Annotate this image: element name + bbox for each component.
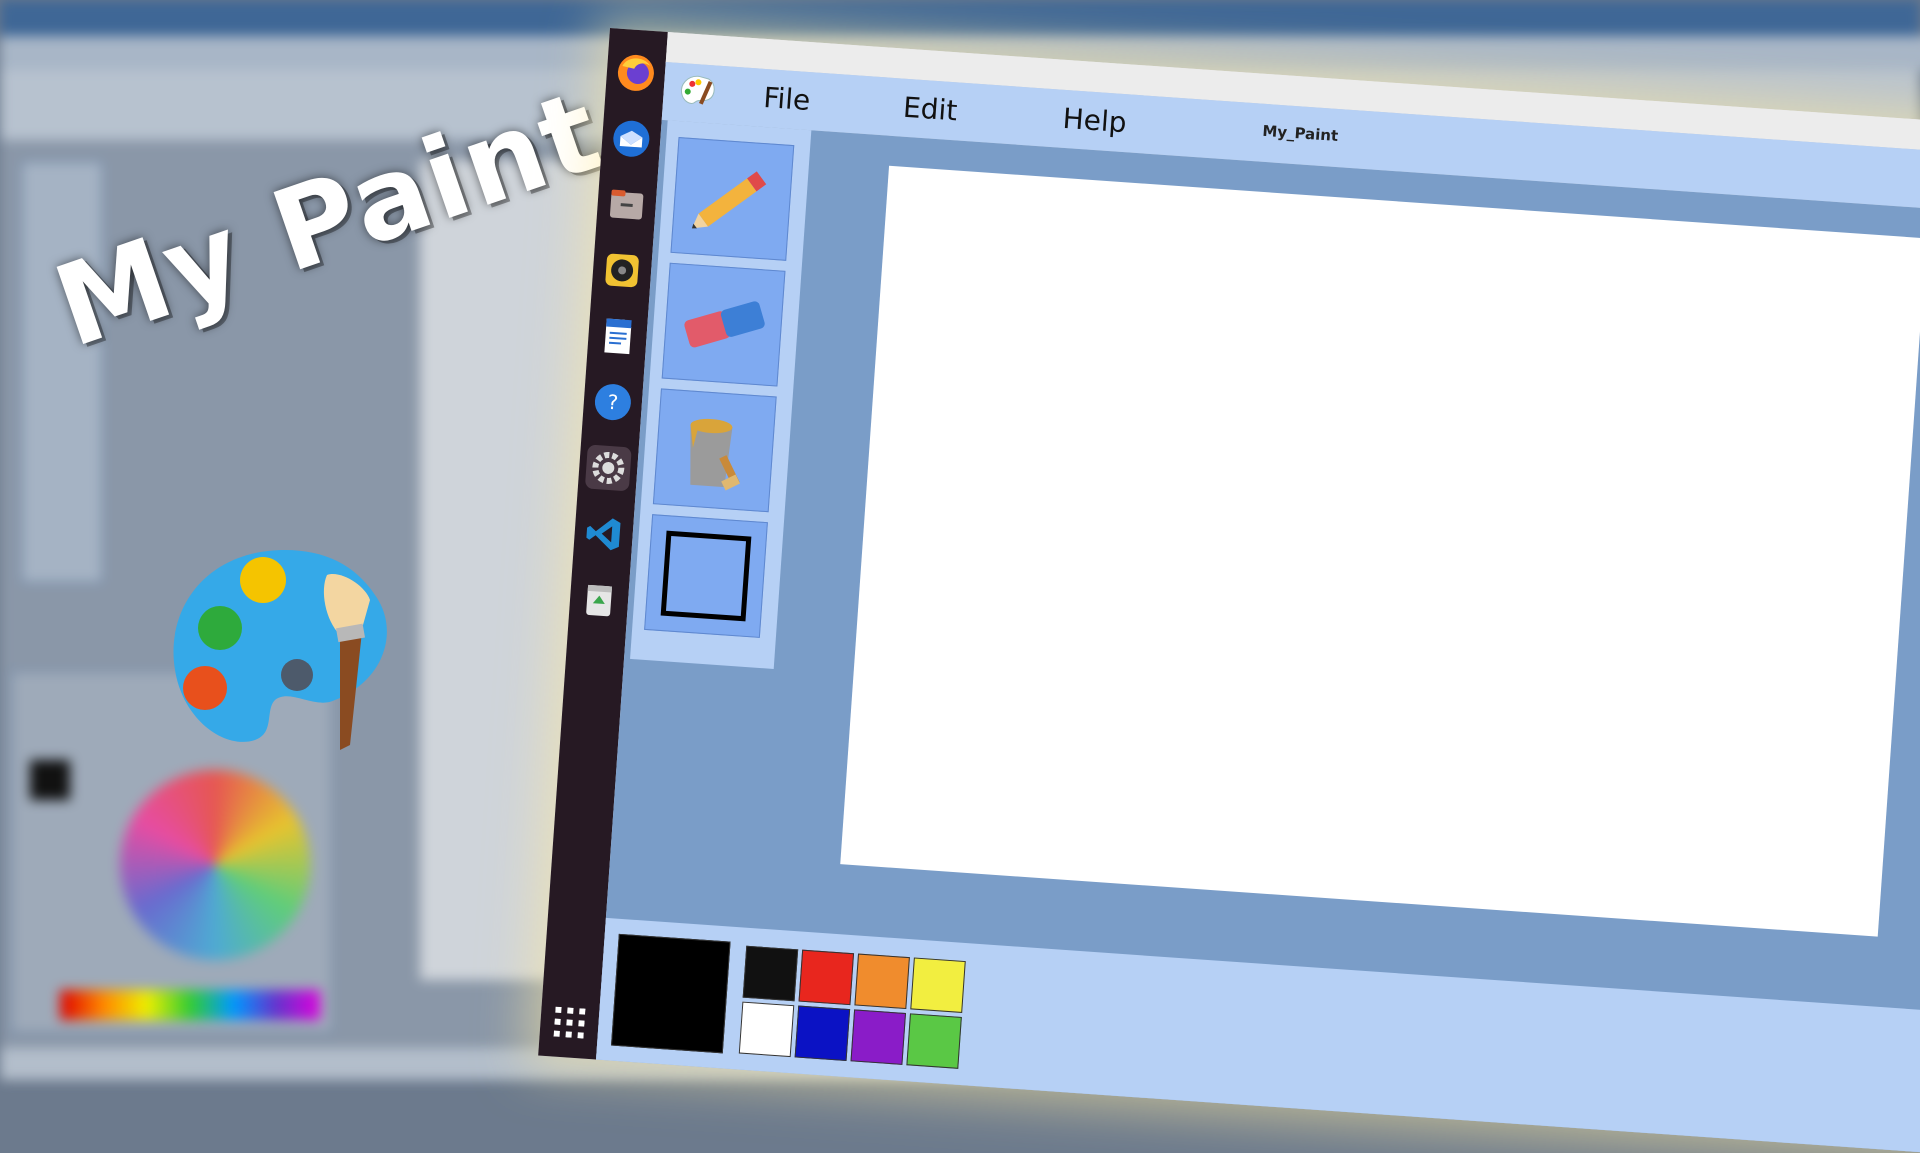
bg-primary-swatch (30, 760, 70, 800)
tool-panel (630, 120, 812, 669)
rectangle-icon (660, 530, 752, 622)
color-swatch-black[interactable] (742, 945, 799, 1002)
menu-help[interactable]: Help (1062, 102, 1128, 139)
color-swatch-purple[interactable] (850, 1009, 907, 1065)
bg-color-strip (60, 990, 320, 1020)
firefox-icon[interactable] (612, 49, 659, 96)
writer-icon[interactable] (594, 313, 641, 360)
color-swatch-white[interactable] (738, 1001, 795, 1058)
color-palette-bar (596, 917, 1920, 1153)
pencil-icon (691, 171, 767, 229)
bg-titlebar (0, 0, 1920, 36)
eraser-icon (684, 301, 765, 348)
app-window: ? File Edit Help My_Paint (538, 28, 1920, 1153)
trash-icon[interactable] (576, 576, 623, 623)
show-applications-icon[interactable] (553, 1006, 586, 1039)
color-swatch-yellow[interactable] (910, 957, 966, 1013)
rhythmbox-icon[interactable] (599, 247, 646, 294)
color-swatch-red[interactable] (798, 949, 855, 1006)
window-title: My_Paint (1261, 121, 1339, 146)
pencil-tool-button[interactable] (670, 137, 795, 261)
files-icon[interactable] (603, 181, 650, 228)
menu-edit[interactable]: Edit (902, 91, 958, 128)
svg-text:?: ? (607, 390, 619, 415)
my-paint-app: File Edit Help My_Paint (596, 32, 1920, 1153)
color-swatch-green[interactable] (906, 1013, 962, 1069)
drawing-canvas[interactable] (840, 165, 1920, 937)
rectangle-tool-button[interactable] (644, 514, 768, 638)
bg-color-wheel (120, 770, 310, 960)
bg-tool-panel (20, 160, 104, 584)
color-swatch-blue[interactable] (794, 1005, 851, 1062)
palette-logo-icon (173, 550, 387, 750)
fill-tool-button[interactable] (652, 388, 777, 513)
paint-bucket-icon (690, 418, 740, 491)
app-logo-icon (680, 75, 715, 105)
vscode-icon[interactable] (580, 510, 627, 557)
eraser-tool-button[interactable] (661, 262, 786, 387)
color-swatch-orange[interactable] (854, 953, 910, 1010)
current-color-swatch (611, 933, 731, 1054)
thunderbird-icon[interactable] (608, 115, 655, 162)
settings-icon[interactable] (584, 444, 632, 492)
help-icon[interactable]: ? (589, 379, 636, 426)
menu-file[interactable]: File (762, 81, 811, 117)
workspace (596, 119, 1920, 1153)
